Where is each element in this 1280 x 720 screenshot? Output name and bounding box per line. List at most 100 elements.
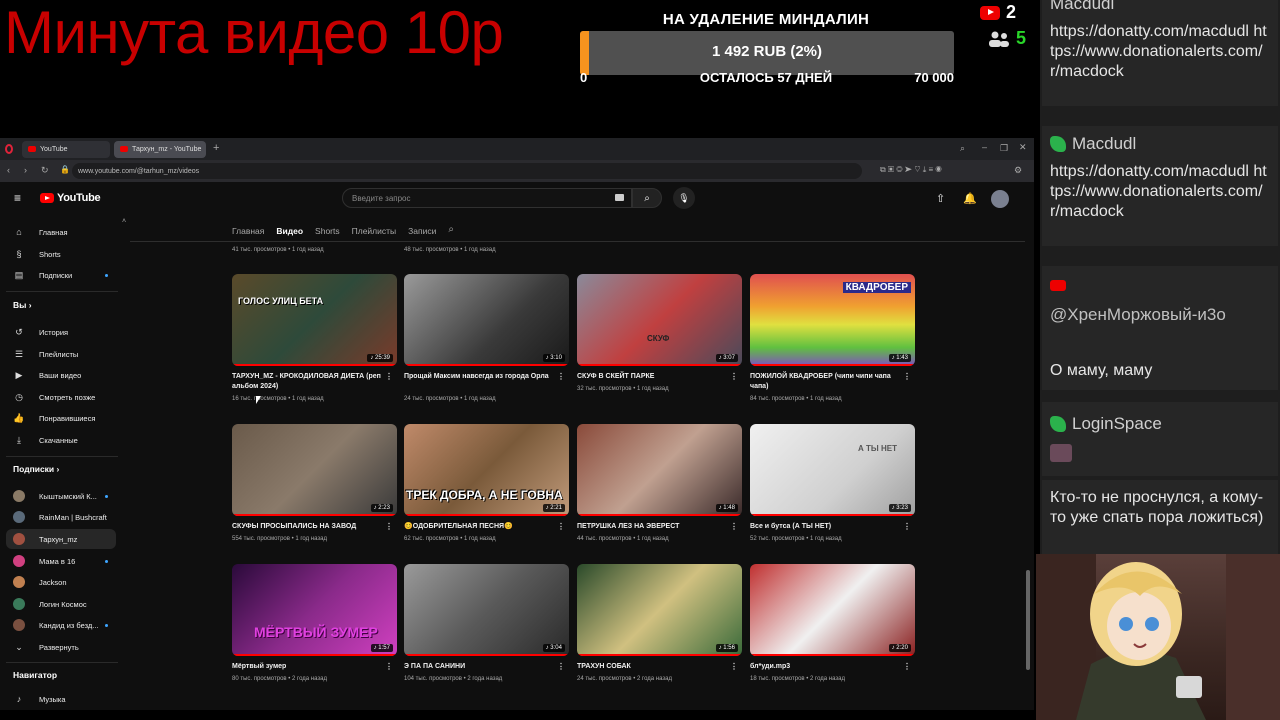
more-options-icon[interactable]: ⋮: [385, 662, 393, 671]
opera-logo-icon[interactable]: [5, 144, 13, 154]
sidebar-item-home[interactable]: ⌂ Главная: [6, 222, 116, 242]
tab-playlists[interactable]: Плейлисты: [352, 226, 397, 240]
video-title[interactable]: Э ПА ПА САНИНИ: [404, 662, 554, 672]
video-card[interactable]: ♪ 2:20 бл*уди.mp3 18 тыс. просмотров • 2 г…: [750, 564, 915, 684]
voice-search-button[interactable]: 🎙: [673, 187, 695, 209]
video-thumbnail[interactable]: ГОЛОС УЛИЦ БЕТА ♪ 25:39: [232, 274, 397, 366]
video-card[interactable]: ГОЛОС УЛИЦ БЕТА ♪ 25:39 ТАРХУН_MZ - КРОКОД…: [232, 274, 397, 402]
sidebar-item-liked[interactable]: 👍 Понравившиеся: [6, 408, 116, 428]
sidebar-sub-channel[interactable]: Кандид из безд...: [6, 615, 116, 635]
video-card[interactable]: А ТЫ НЕТ ♪ 3:23 Все и бутса (А ТЫ НЕТ) 52 т…: [750, 424, 915, 544]
video-title[interactable]: СКУФЫ ПРОСЫПАЛИСЬ НА ЗАВОД: [232, 522, 382, 532]
video-title[interactable]: Прощай Максим навсегда из города Орла: [404, 372, 554, 382]
video-title[interactable]: ТРАХУН СОБАК: [577, 662, 727, 672]
account-avatar[interactable]: [991, 190, 1009, 208]
video-thumbnail[interactable]: ТРЕК ДОБРА, А НЕ ГОВНА ♪ 2:21: [404, 424, 569, 516]
settings-icon[interactable]: ⚙: [1014, 165, 1022, 176]
tab-videos[interactable]: Видео: [276, 226, 303, 240]
video-title[interactable]: Все и бутса (А ТЫ НЕТ): [750, 522, 900, 532]
menu-icon[interactable]: ≡: [14, 191, 21, 205]
search-button[interactable]: ⌕: [632, 188, 662, 208]
more-options-icon[interactable]: ⋮: [557, 522, 565, 531]
sidebar-item-label: Кандид из безд...: [39, 620, 99, 630]
video-thumbnail[interactable]: ♪ 1:48: [577, 424, 742, 516]
sidebar-item-watch-later[interactable]: ◷ Смотреть позже: [6, 387, 116, 407]
sidebar-item-downloads[interactable]: ⤓ Скачанные: [6, 430, 116, 450]
sidebar-item-subscriptions[interactable]: ▤ Подписки: [6, 265, 116, 285]
more-options-icon[interactable]: ⋮: [903, 372, 911, 381]
video-card[interactable]: ♪ 3:04 Э ПА ПА САНИНИ 104 тыс. просмотров …: [404, 564, 569, 684]
video-card[interactable]: МЁРТВЫЙ ЗУМЕР ♪ 1:57 Мёртвый зумер 80 тыс. …: [232, 564, 397, 684]
sidebar-item-music[interactable]: ♪ Музыка: [6, 689, 116, 709]
tab-home[interactable]: Главная: [232, 226, 264, 240]
chevron-up-icon[interactable]: ˄: [122, 218, 126, 225]
search-input[interactable]: Введите запрос: [342, 188, 632, 208]
keyboard-icon[interactable]: [615, 194, 624, 201]
sidebar-sub-channel[interactable]: Логин Космос: [6, 594, 116, 614]
video-title[interactable]: ТАРХУН_MZ - КРОКОДИЛОВАЯ ДИЕТА (реп альб…: [232, 372, 382, 392]
scrollbar[interactable]: [1026, 570, 1030, 670]
url-field[interactable]: www.youtube.com/@tarhun_mz/videos: [72, 163, 862, 179]
video-card[interactable]: ♪ 1:56 ТРАХУН СОБАК 24 тыс. просмотров • 2…: [577, 564, 742, 684]
video-card[interactable]: ТРЕК ДОБРА, А НЕ ГОВНА ♪ 2:21 😊ОДОБРИТЕЛЬН…: [404, 424, 569, 544]
video-card[interactable]: СКУФ ♪ 3:07 СКУФ В СКЕЙТ ПАРКЕ 32 тыс. прос…: [577, 274, 742, 394]
video-thumbnail[interactable]: А ТЫ НЕТ ♪ 3:23: [750, 424, 915, 516]
restore-icon[interactable]: ❐: [1000, 143, 1008, 154]
tab-tarhun[interactable]: Тархун_mz - YouTube: [114, 141, 206, 158]
back-icon[interactable]: ‹: [7, 165, 10, 175]
video-title[interactable]: ПЕТРУШКА ЛЕЗ НА ЭВЕРЕСТ: [577, 522, 727, 532]
more-options-icon[interactable]: ⋮: [903, 522, 911, 531]
more-options-icon[interactable]: ⋮: [730, 522, 738, 531]
channel-search-icon[interactable]: ⌕: [448, 224, 454, 240]
video-card[interactable]: ♪ 2:23 СКУФЫ ПРОСЫПАЛИСЬ НА ЗАВОД 554 тыс.…: [232, 424, 397, 544]
new-tab-icon[interactable]: +: [213, 142, 219, 154]
video-thumbnail[interactable]: ♪ 2:23: [232, 424, 397, 516]
sidebar-sub-channel[interactable]: Кыштымский К...: [6, 486, 116, 506]
video-thumbnail[interactable]: ♪ 3:04: [404, 564, 569, 656]
video-title[interactable]: ПОЖИЛОЙ КВАДРОБЕР (чипи чипи чапа чапа): [750, 372, 900, 392]
video-title[interactable]: Мёртвый зумер: [232, 662, 382, 672]
minimize-icon[interactable]: –: [982, 142, 987, 152]
more-options-icon[interactable]: ⋮: [385, 522, 393, 531]
search-icon[interactable]: ⌕: [960, 143, 965, 154]
sidebar-item-playlists[interactable]: ☰ Плейлисты: [6, 344, 116, 364]
forward-icon[interactable]: ›: [24, 165, 27, 175]
upload-icon[interactable]: ⇧: [936, 192, 945, 205]
video-title[interactable]: СКУФ В СКЕЙТ ПАРКЕ: [577, 372, 727, 382]
more-options-icon[interactable]: ⋮: [557, 372, 565, 381]
bell-icon[interactable]: 🔔: [963, 192, 977, 205]
sidebar-item-history[interactable]: ↺ История: [6, 322, 116, 342]
video-thumbnail[interactable]: ♪ 1:56: [577, 564, 742, 656]
more-options-icon[interactable]: ⋮: [557, 662, 565, 671]
sidebar-expand[interactable]: ⌄ Развернуть: [6, 637, 116, 657]
sidebar-sub-channel-active[interactable]: Тархун_mz: [6, 529, 116, 549]
sidebar-sub-channel[interactable]: RainMan | Bushcraft: [6, 507, 116, 527]
video-thumbnail[interactable]: МЁРТВЫЙ ЗУМЕР ♪ 1:57: [232, 564, 397, 656]
close-icon[interactable]: ✕: [1019, 142, 1027, 153]
video-card[interactable]: ♪ 1:48 ПЕТРУШКА ЛЕЗ НА ЭВЕРЕСТ 44 тыс. про…: [577, 424, 742, 544]
more-options-icon[interactable]: ⋮: [903, 662, 911, 671]
more-options-icon[interactable]: ⋮: [730, 662, 738, 671]
video-card[interactable]: КВАДРОБЕР ♪ 1:43 ПОЖИЛОЙ КВАДРОБЕР (чипи ч…: [750, 274, 915, 402]
sidebar-item-shorts[interactable]: § Shorts: [6, 244, 116, 264]
video-title[interactable]: 😊ОДОБРИТЕЛЬНАЯ ПЕСНЯ😊: [404, 522, 554, 532]
tab-posts[interactable]: Записи: [408, 226, 436, 240]
video-thumbnail[interactable]: СКУФ ♪ 3:07: [577, 274, 742, 366]
video-card[interactable]: ♪ 3:10 Прощай Максим навсегда из города О…: [404, 274, 569, 402]
you-section-header[interactable]: Вы ›: [13, 300, 32, 310]
video-title[interactable]: бл*уди.mp3: [750, 662, 900, 672]
youtube-logo[interactable]: YouTube: [40, 192, 101, 204]
subscriptions-section-header[interactable]: Подписки ›: [13, 464, 59, 474]
sidebar-sub-channel[interactable]: Мама в 16: [6, 551, 116, 571]
sidebar-item-your-videos[interactable]: ▶ Ваши видео: [6, 365, 116, 385]
video-thumbnail[interactable]: ♪ 3:10: [404, 274, 569, 366]
reload-icon[interactable]: ↻: [41, 165, 49, 176]
tab-youtube[interactable]: YouTube: [22, 141, 110, 158]
more-options-icon[interactable]: ⋮: [730, 372, 738, 381]
sidebar-sub-channel[interactable]: Jackson: [6, 572, 116, 592]
video-thumbnail[interactable]: КВАДРОБЕР ♪ 1:43: [750, 274, 915, 366]
extensions-icon[interactable]: ⧉ ▣ ◎ ➤ ♡ ⤓ ≡ ◉: [880, 165, 942, 175]
tab-shorts[interactable]: Shorts: [315, 226, 340, 240]
more-options-icon[interactable]: ⋮: [385, 372, 393, 381]
video-thumbnail[interactable]: ♪ 2:20: [750, 564, 915, 656]
